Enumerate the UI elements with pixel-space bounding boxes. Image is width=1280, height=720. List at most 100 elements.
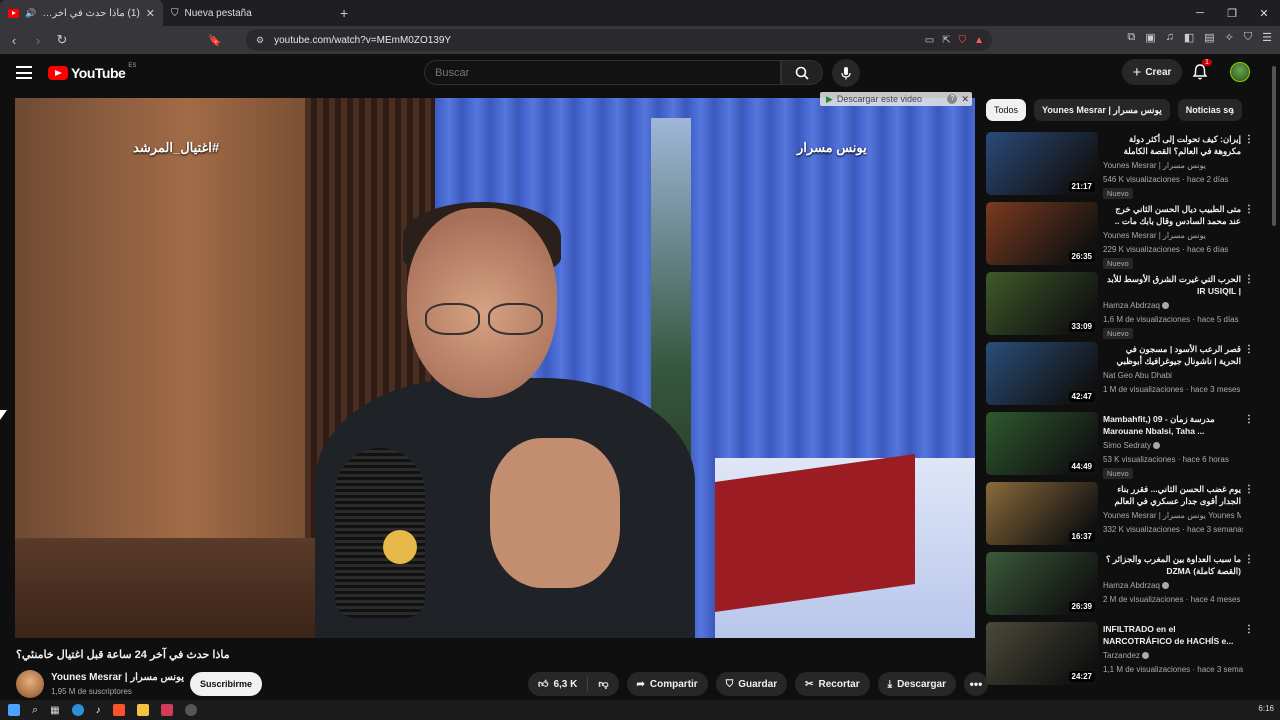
recommendation-title[interactable]: قصر الرعب الأسود | مسجون في الحرية | ناش… xyxy=(1103,343,1241,367)
chips-next-icon[interactable]: › xyxy=(1230,104,1234,119)
reload-icon[interactable]: ↻ xyxy=(52,32,72,48)
search-input[interactable] xyxy=(435,66,780,79)
recommendation-item[interactable]: 26:35 متى الطبيب ديال الحسن الثاني خرج عن… xyxy=(986,202,1256,272)
recommendation-channel[interactable]: Nat Geo Abu Dhabi xyxy=(1103,371,1241,380)
brave-icon[interactable] xyxy=(112,704,125,716)
cast-icon[interactable]: ▭ xyxy=(925,35,934,46)
music-icon[interactable]: ♫ xyxy=(1166,31,1174,44)
recommendation-item[interactable]: 42:47 قصر الرعب الأسود | مسجون في الحرية … xyxy=(986,342,1256,412)
video-thumbnail[interactable]: 26:35 xyxy=(986,202,1098,265)
like-button[interactable]: 👍︎ 6,3 K xyxy=(528,672,587,696)
puzzle-icon[interactable]: ⧉ xyxy=(1127,31,1135,44)
video-player[interactable]: #اغتيال_المرشد يونس مسرار xyxy=(15,98,975,638)
browser-menu-icon[interactable]: ☰ xyxy=(1262,31,1272,44)
file-explorer-icon[interactable] xyxy=(136,704,149,716)
channel-avatar[interactable] xyxy=(16,670,44,698)
mail-icon[interactable] xyxy=(160,704,173,716)
notifications-button[interactable]: 1 xyxy=(1192,59,1212,81)
recommendation-channel[interactable]: Tarzandez xyxy=(1103,651,1241,660)
windows-start-icon[interactable] xyxy=(8,704,20,716)
vpn-icon[interactable]: ⛉ xyxy=(1244,31,1252,44)
restore-icon[interactable]: ❐ xyxy=(1216,7,1248,20)
settings-icon[interactable] xyxy=(184,704,197,716)
screenshot-icon[interactable]: ▣ xyxy=(1145,31,1155,44)
search-button[interactable] xyxy=(781,60,823,85)
browser-tab-youtube[interactable]: 🔊 (1) ماذا حدث في آخر 24 ساعة ✕ xyxy=(0,0,163,26)
more-options-icon[interactable]: ⋮ xyxy=(1244,344,1254,355)
recommendation-title[interactable]: Mambahfit,) 09 - مدرسة زمان Marouane Nba… xyxy=(1103,413,1241,437)
video-thumbnail[interactable]: 26:39 xyxy=(986,552,1098,615)
recommendation-channel[interactable]: Hamza Abdrzaq xyxy=(1103,581,1241,590)
save-button[interactable]: ⛉ Guardar xyxy=(715,672,788,696)
help-icon[interactable]: ? xyxy=(947,94,958,104)
chip-channel[interactable]: Younes Mesrar | يونس مسرار xyxy=(1034,99,1170,121)
recommendation-title[interactable]: الحرب التي غيرت الشرق الأوسط للأبد | IR … xyxy=(1103,273,1241,297)
search-taskbar-icon[interactable]: ⌕ xyxy=(32,704,38,717)
voice-search-button[interactable] xyxy=(832,59,860,87)
chip-all[interactable]: Todos xyxy=(986,99,1027,121)
recommendation-item[interactable]: 26:39 ما سبب العداوة بين المغرب والجزائر … xyxy=(986,552,1256,622)
video-thumbnail[interactable]: 33:09 xyxy=(986,272,1098,335)
close-window-icon[interactable]: ✕ xyxy=(1248,7,1280,20)
video-thumbnail[interactable]: 44:49 xyxy=(986,412,1098,475)
recommendation-channel[interactable]: Younes Mesrar | يونس مسرار xyxy=(1103,161,1241,170)
account-avatar[interactable] xyxy=(1230,62,1250,82)
youtube-logo[interactable]: YouTube ES xyxy=(48,63,136,81)
recommendation-channel[interactable]: Hamza Abdrzaq xyxy=(1103,301,1241,310)
recommendation-title[interactable]: إيران: كيف تحولت إلى أكثر دولة مكروهة في… xyxy=(1103,133,1241,157)
rewards-icon[interactable]: ▲ xyxy=(974,35,984,46)
recommendation-title[interactable]: متى الطبيب ديال الحسن الثاني خرج عند محم… xyxy=(1103,203,1241,227)
recommendation-item[interactable]: 24:27 INFILTRADO en el NARCOTRÁFICO de HA… xyxy=(986,622,1256,692)
video-thumbnail[interactable]: 16:37 xyxy=(986,482,1098,545)
recommendation-title[interactable]: INFILTRADO en el NARCOTRÁFICO de HACHÍS … xyxy=(1103,623,1241,647)
browser-tab-new[interactable]: ⛉ Nueva pestaña xyxy=(163,0,328,26)
ai-icon[interactable]: ✧ xyxy=(1225,31,1234,44)
subscribe-button[interactable]: Suscribirme xyxy=(190,672,262,696)
dislike-button[interactable]: 👎︎ xyxy=(588,672,618,696)
more-options-icon[interactable]: ⋮ xyxy=(1244,134,1254,145)
speaker-icon[interactable]: 🔊 xyxy=(25,8,36,19)
brave-shield-icon[interactable]: ⛉ xyxy=(959,35,967,46)
bookmark-icon[interactable]: 🔖 xyxy=(208,34,222,47)
recommendation-item[interactable]: 33:09 الحرب التي غيرت الشرق الأوسط للأبد … xyxy=(986,272,1256,342)
task-view-icon[interactable]: ▦ xyxy=(50,705,59,716)
recommendation-item[interactable]: 16:37 يوم غضب الحسن الثاني... فقرر بناء ا… xyxy=(986,482,1256,552)
recommendation-channel[interactable]: Younes Mesrar | يونس مسرار xyxy=(1103,231,1241,240)
create-button[interactable]: + Crear xyxy=(1122,59,1182,85)
recommendation-channel[interactable]: Simo Sedraty xyxy=(1103,441,1241,450)
edge-icon[interactable] xyxy=(71,704,84,716)
site-info-icon[interactable]: ⚙ xyxy=(256,35,264,46)
share-icon[interactable]: ⇱ xyxy=(942,35,950,46)
recommendation-item[interactable]: 21:17 إيران: كيف تحولت إلى أكثر دولة مكرو… xyxy=(986,132,1256,202)
channel-name[interactable]: Younes Mesrar | يونس مسرار xyxy=(51,672,184,683)
more-options-icon[interactable]: ⋮ xyxy=(1244,554,1254,565)
new-tab-button[interactable]: + xyxy=(328,5,360,21)
close-download-bar-icon[interactable]: ✕ xyxy=(961,94,969,105)
url-field[interactable]: 🔖 ⚙ youtube.com/watch?v=MEmM0ZO139Y ▭ ⇱ … xyxy=(208,29,992,51)
clip-button[interactable]: ✂ Recortar xyxy=(795,672,870,696)
video-thumbnail[interactable]: 42:47 xyxy=(986,342,1098,405)
more-options-icon[interactable]: ⋮ xyxy=(1244,484,1254,495)
video-thumbnail[interactable]: 24:27 xyxy=(986,622,1098,685)
wallet-icon[interactable]: ▤ xyxy=(1204,31,1214,44)
more-options-icon[interactable]: ⋮ xyxy=(1244,204,1254,215)
more-options-icon[interactable]: ⋮ xyxy=(1244,414,1254,425)
back-icon[interactable]: ‹ xyxy=(4,33,24,48)
minimize-icon[interactable]: ─ xyxy=(1184,7,1216,20)
recommendation-item[interactable]: 44:49 Mambahfit,) 09 - مدرسة زمان Marouan… xyxy=(986,412,1256,482)
share-button[interactable]: ➦ Compartir xyxy=(626,672,708,696)
video-thumbnail[interactable]: 21:17 xyxy=(986,132,1098,195)
hamburger-menu-icon[interactable] xyxy=(16,66,32,79)
tiktok-icon[interactable]: ♪ xyxy=(96,705,101,716)
close-tab-icon[interactable]: ✕ xyxy=(146,7,155,20)
download-video-bar[interactable]: ▶ Descargar este video ? ✕ xyxy=(820,92,972,106)
more-actions-button[interactable]: ••• xyxy=(963,672,988,696)
recommendation-channel[interactable]: Younes Mesrar | يونس مسرار Younes Mes... xyxy=(1103,511,1241,520)
page-scrollbar[interactable] xyxy=(1270,66,1278,686)
sidebar-icon[interactable]: ◧ xyxy=(1184,31,1194,44)
more-options-icon[interactable]: ⋮ xyxy=(1244,274,1254,285)
forward-icon[interactable]: › xyxy=(28,33,48,48)
recommendation-title[interactable]: ما سبب العداوة بين المغرب والجزائر ؟ (ال… xyxy=(1103,553,1241,577)
recommendation-title[interactable]: يوم غضب الحسن الثاني... فقرر بناء الجدار… xyxy=(1103,483,1241,507)
download-button[interactable]: ⤓ Descargar xyxy=(877,672,956,696)
